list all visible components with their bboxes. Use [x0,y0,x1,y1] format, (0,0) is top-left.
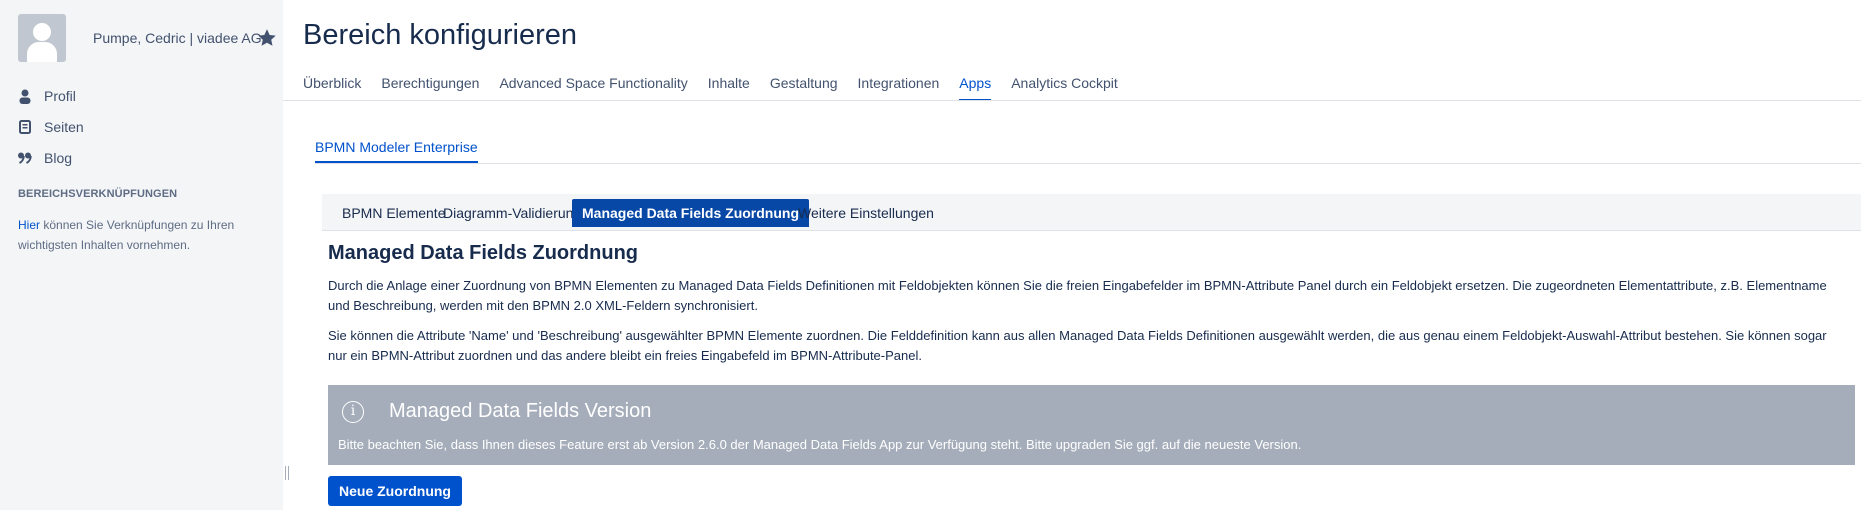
tab-bpmn-modeler-enterprise[interactable]: BPMN Modeler Enterprise [315,139,478,163]
page-title: Bereich konfigurieren [303,19,578,51]
sidebar-item-blog[interactable]: Blog [18,146,72,170]
quote-icon [18,150,32,166]
subtab-managed-data-fields-zuordnung[interactable]: Managed Data Fields Zuordnung [572,199,810,227]
info-icon: i [342,401,364,423]
info-panel-text: Bitte beachten Sie, dass Ihnen dieses Fe… [338,437,1302,452]
star-icon[interactable] [256,27,278,49]
sidebar-item-label: Profil [44,88,76,104]
tab-inhalte[interactable]: Inhalte [708,73,750,101]
pages-icon [18,119,32,135]
sidebar-item-label: Seiten [44,119,84,135]
app-tabs-divider [315,163,1861,164]
subtab-weitere-einstellungen[interactable]: Weitere Einstellungen [788,199,944,227]
new-mapping-button[interactable]: Neue Zuordnung [328,476,462,506]
sidebar: Pumpe, Cedric | viadee AG Profil Seiten … [0,0,283,510]
shortcuts-help: Hier können Sie Verknüpfungen zu Ihren w… [18,215,248,255]
sidebar-item-label: Blog [44,150,73,166]
description-paragraph-1: Durch die Anlage einer Zuordnung von BPM… [328,278,1827,313]
shortcuts-help-link[interactable]: Hier [18,218,40,232]
main-content: Bereich konfigurieren Überblick Berechti… [283,0,1861,510]
description-paragraph-2: Sie können die Attribute 'Name' und 'Bes… [328,328,1827,363]
tabs-divider [283,100,1861,101]
tab-ueberblick[interactable]: Überblick [303,73,361,101]
tab-berechtigungen[interactable]: Berechtigungen [381,73,479,101]
shortcuts-help-text: können Sie Verknüpfungen zu Ihren wichti… [18,218,235,252]
space-name[interactable]: Pumpe, Cedric | viadee AG [93,30,262,46]
tab-gestaltung[interactable]: Gestaltung [770,73,838,101]
tab-analytics-cockpit[interactable]: Analytics Cockpit [1011,73,1118,101]
section-title: Managed Data Fields Zuordnung [328,242,639,264]
shortcuts-heading: BEREICHSVERKNÜPFUNGEN [18,188,178,200]
subtab-diagramm-validierung[interactable]: Diagramm-Validierung [433,199,591,227]
info-panel: i Managed Data Fields Version Bitte beac… [328,385,1855,465]
tab-apps[interactable]: Apps [959,73,992,101]
info-panel-title: Managed Data Fields Version [389,400,652,422]
tab-advanced-space-functionality[interactable]: Advanced Space Functionality [499,73,687,101]
tab-integrationen[interactable]: Integrationen [858,73,940,101]
sidebar-item-seiten[interactable]: Seiten [18,115,84,139]
space-avatar[interactable] [18,14,66,62]
space-header[interactable]: Pumpe, Cedric | viadee AG [18,14,278,62]
sidebar-item-profil[interactable]: Profil [18,84,76,108]
app-sub-tabs: BPMN Elemente Diagramm-Validierung Manag… [322,194,1861,231]
space-tabs: Überblick Berechtigungen Advanced Space … [303,73,1138,101]
person-icon [18,88,32,104]
